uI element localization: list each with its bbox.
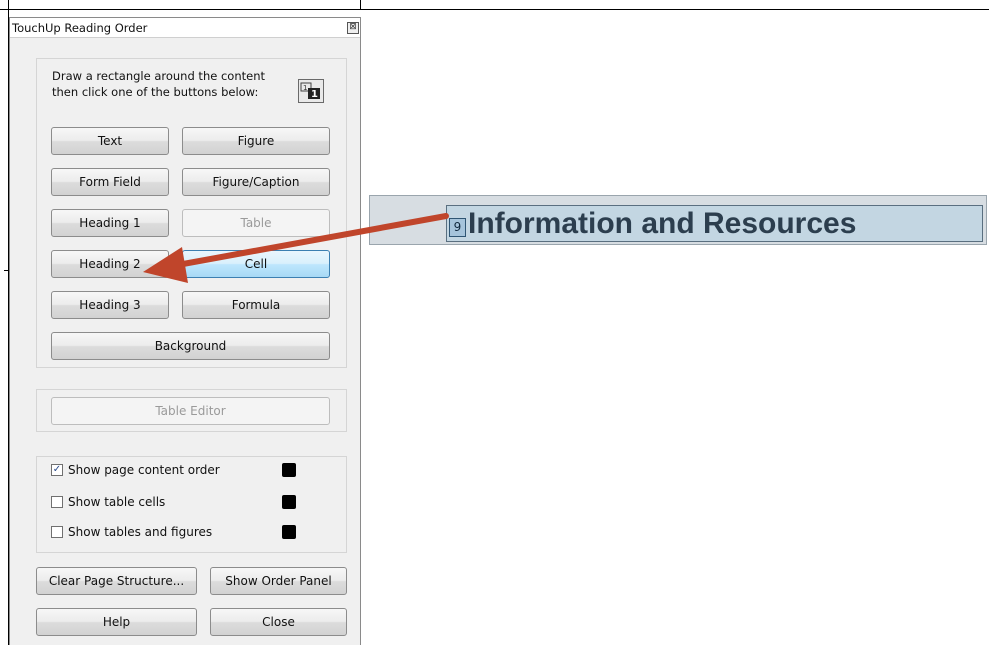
checkbox-icon[interactable] — [51, 496, 63, 508]
figure-button[interactable]: Figure — [182, 127, 330, 155]
option-label: Show page content order — [68, 463, 220, 477]
cell-button[interactable]: Cell — [182, 250, 330, 278]
option-label: Show table cells — [68, 495, 166, 509]
close-button[interactable]: Close — [210, 608, 347, 636]
checkbox-icon[interactable] — [51, 526, 63, 538]
table-editor-button[interactable]: Table Editor — [51, 397, 330, 425]
figure-caption-button[interactable]: Figure/Caption — [182, 168, 330, 196]
form-field-button[interactable]: Form Field — [51, 168, 169, 196]
heading-3-button[interactable]: Heading 3 — [51, 291, 169, 319]
text-button[interactable]: Text — [51, 127, 169, 155]
heading-2-button[interactable]: Heading 2 — [51, 250, 169, 278]
checkbox-checked-icon[interactable]: ✓ — [51, 464, 63, 476]
option-label: Show tables and figures — [68, 525, 213, 539]
option-show-page-content-order[interactable]: ✓ Show page content order — [51, 462, 220, 478]
svg-text:1: 1 — [303, 84, 307, 92]
show-order-panel-button[interactable]: Show Order Panel — [210, 567, 347, 595]
table-button[interactable]: Table — [182, 209, 330, 237]
color-swatch[interactable] — [282, 463, 296, 477]
reading-order-badge: 9 — [449, 218, 466, 237]
document-heading: Information and Resources — [468, 207, 857, 240]
document-top-rule — [0, 9, 989, 10]
svg-text:1: 1 — [311, 89, 318, 100]
reading-order-icon[interactable]: 1 1 — [298, 79, 324, 103]
close-icon[interactable]: ⊠ — [347, 22, 359, 34]
option-show-table-cells[interactable]: Show table cells — [51, 494, 165, 510]
panel-title: TouchUp Reading Order — [10, 18, 360, 38]
color-swatch[interactable] — [282, 495, 296, 509]
instructions-text: Draw a rectangle around the content then… — [52, 69, 265, 99]
help-button[interactable]: Help — [36, 608, 197, 636]
formula-button[interactable]: Formula — [182, 291, 330, 319]
clear-page-structure-button[interactable]: Clear Page Structure... — [36, 567, 197, 595]
background-button[interactable]: Background — [51, 332, 330, 360]
option-show-tables-and-figures[interactable]: Show tables and figures — [51, 524, 212, 540]
color-swatch[interactable] — [282, 525, 296, 539]
heading-1-button[interactable]: Heading 1 — [51, 209, 169, 237]
document-mark — [360, 0, 361, 9]
